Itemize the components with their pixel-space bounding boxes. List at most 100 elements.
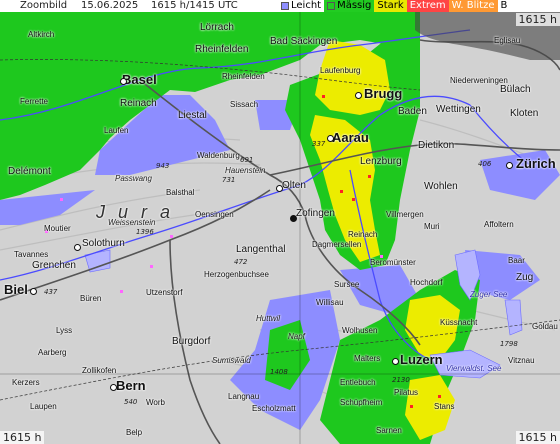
city-marker-aarau [327, 135, 334, 142]
map-date: 15.06.2025 [81, 0, 139, 11]
peak-1396: 1396 [136, 228, 154, 236]
legend-b: B [500, 0, 508, 11]
place-bad-sackingen: Bad Säckingen [270, 36, 338, 47]
place-passwang: Passwang [115, 174, 152, 183]
place-kerzers: Kerzers [12, 378, 40, 387]
map-title: Zoombild [20, 0, 68, 11]
region-jura: J u r a [96, 202, 175, 222]
place-balsthal: Balsthal [166, 188, 195, 197]
peak-2130: 2130 [392, 376, 410, 384]
place-eglisau: Eglisau [494, 36, 521, 45]
place-hochdorf: Hochdorf [410, 278, 443, 287]
place-brugg: Brugg [364, 86, 403, 101]
place-waldenburg: Waldenburg [197, 151, 240, 160]
place-sissach: Sissach [230, 100, 259, 109]
place-kloten: Kloten [510, 108, 539, 119]
place-reinach-bl: Reinach [120, 98, 157, 109]
peak-1798: 1798 [500, 340, 518, 348]
place-wolhusen: Wolhusen [342, 326, 378, 335]
place-escholzmatt: Escholzmatt [252, 404, 296, 413]
peak-337: 337 [312, 140, 326, 148]
place-affoltern: Affoltern [484, 220, 514, 229]
place-oensingen: Oensingen [195, 210, 234, 219]
place-liestal: Liestal [178, 110, 207, 121]
place-laufen: Laufen [104, 126, 129, 135]
place-sarnen: Sarnen [376, 426, 402, 435]
city-marker-bern [110, 384, 117, 391]
place-rheinfelden: Rheinfelden [222, 72, 265, 81]
timestamp-top-right: 1615 h [515, 13, 560, 26]
place-stans: Stans [434, 402, 455, 411]
place-muri: Muri [424, 222, 440, 231]
place-pilatus: Pilatus [394, 388, 419, 397]
legend-massig: Mässig [324, 0, 375, 12]
place-zurich: Zürich [516, 156, 556, 171]
place-solothurn: Solothurn [82, 238, 125, 249]
place-dietikon: Dietikon [418, 140, 455, 151]
place-baden: Baden [398, 106, 427, 117]
place-entlebuch: Entlebuch [340, 378, 376, 387]
peak-731: 731 [222, 176, 236, 184]
legend-stark: Stark [374, 0, 407, 12]
city-marker-brugg [355, 92, 362, 99]
legend-leicht: Leicht [278, 0, 324, 12]
city-marker-basel [120, 78, 127, 85]
place-willisau: Willisau [316, 298, 344, 307]
place-zollikofen: Zollikofen [82, 366, 117, 375]
place-sursee: Sursee [334, 280, 360, 289]
peak-691: 691 [240, 156, 254, 164]
peak-437: 437 [44, 288, 58, 296]
place-wettingen: Wettingen [436, 104, 481, 115]
place-herzogenbuchsee: Herzogenbuchsee [204, 270, 269, 279]
legend-swatch-massig [327, 2, 336, 10]
place-hauenstein: Hauenstein [225, 166, 266, 175]
place-zug: Zug [516, 272, 534, 283]
city-marker-olten [276, 185, 283, 192]
city-marker-luzern [392, 358, 399, 365]
place-napf: Napf [288, 332, 305, 341]
city-marker-solothurn [74, 244, 81, 251]
place-wohlen: Wohlen [424, 181, 458, 192]
place-lorrach: Lörrach [200, 22, 234, 33]
peak-1408: 1408 [270, 368, 288, 376]
place-lyss: Lyss [56, 326, 73, 335]
place-reinach: Reinach [348, 230, 378, 239]
place-tavannes: Tavannes [14, 250, 49, 259]
timestamp-bottom-left: 1615 h [0, 431, 45, 444]
place-langenthal: Langenthal [236, 244, 286, 255]
place-villmergen: Villmergen [386, 210, 424, 219]
place-vitznau: Vitznau [508, 356, 535, 365]
peak-540: 540 [124, 398, 138, 406]
place-langnau: Langnau [228, 392, 260, 401]
place-schupfheim: Schüpfheim [340, 398, 383, 407]
map-base-layer [0, 0, 560, 444]
place-buren: Büren [80, 294, 102, 303]
header-bar: Zoombild 15.06.2025 1615 h/1415 UTC Leic… [0, 0, 560, 12]
place-luzern: Luzern [400, 352, 443, 367]
place-malters: Malters [354, 354, 381, 363]
place-olten: Olten [282, 180, 306, 191]
lake-zugersee: Zuger See [470, 290, 508, 299]
place-worb: Worb [146, 398, 165, 407]
place-bern: Bern [116, 378, 146, 393]
peak-472: 472 [234, 258, 248, 266]
city-marker-biel [30, 288, 37, 295]
place-sumiswald: Sumiswald [212, 356, 251, 365]
place-delemont: Delémont [8, 166, 51, 177]
place-baar: Baar [508, 256, 525, 265]
place-basel: Basel [122, 72, 157, 87]
place-biel: Biel [4, 282, 28, 297]
lake-vierwaldstattersee: Vierwaldst. See [446, 364, 502, 373]
legend-swatch-leicht [281, 2, 289, 10]
place-aarau: Aarau [332, 130, 369, 145]
place-aarberg: Aarberg [38, 348, 67, 357]
place-goldau: Goldau [532, 322, 558, 331]
legend-extrem: Extrem [406, 0, 449, 12]
place-zofingen: Zofingen [296, 208, 335, 219]
city-marker-zofingen [290, 215, 297, 222]
place-bulach: Bülach [500, 84, 531, 95]
place-dagmersellen: Dagmersellen [312, 240, 362, 249]
weather-radar-map: Zoombild 15.06.2025 1615 h/1415 UTC Leic… [0, 0, 560, 444]
place-beromunster: Beromünster [370, 258, 416, 267]
place-rheinfelden-de: Rheinfelden [195, 44, 249, 55]
